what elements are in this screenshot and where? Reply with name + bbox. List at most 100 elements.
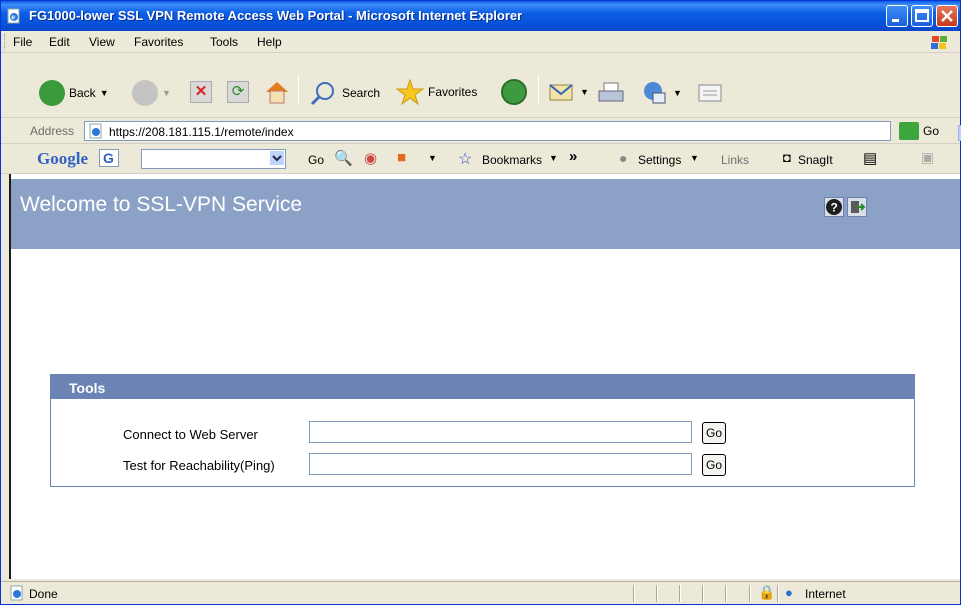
status-cell	[749, 585, 751, 602]
mail-button[interactable]: ▼	[548, 80, 589, 104]
snagit-button[interactable]: SnagIt	[798, 153, 833, 167]
snagit-icon: ◘	[783, 150, 791, 165]
help-button[interactable]: ?	[824, 197, 844, 217]
menu-file[interactable]: File	[13, 35, 32, 49]
status-cell	[702, 585, 704, 602]
print-button[interactable]	[596, 80, 626, 106]
snagit-window-icon[interactable]: ▤	[863, 149, 877, 167]
menu-edit[interactable]: Edit	[49, 35, 70, 49]
web-server-url-input[interactable]	[309, 421, 692, 443]
popup-blocker-icon[interactable]: ■	[397, 149, 406, 166]
tools-header: Tools	[51, 375, 914, 399]
links-button[interactable]: Links	[721, 153, 749, 167]
stop-button[interactable]: ✕	[190, 81, 212, 103]
chevron-down-icon: ▼	[428, 153, 437, 163]
google-search-input[interactable]	[141, 149, 286, 169]
forward-button[interactable]: ▼	[132, 80, 171, 106]
windows-logo-icon	[931, 36, 947, 49]
search-button[interactable]: Search	[308, 80, 380, 106]
address-url: https://208.181.115.1/remote/index	[109, 125, 294, 139]
minimize-icon	[892, 19, 899, 22]
history-button[interactable]	[501, 79, 527, 105]
google-go-button[interactable]: Go	[308, 153, 324, 167]
minimize-button[interactable]	[886, 5, 908, 27]
google-search-dropdown[interactable]	[270, 151, 284, 165]
connect-go-button[interactable]: Go	[702, 422, 726, 444]
svg-text:e: e	[11, 15, 15, 22]
favorites-label: Favorites	[428, 85, 478, 99]
globe-icon: ●	[785, 585, 793, 600]
forward-arrow-icon	[132, 80, 158, 106]
notepad-icon	[698, 84, 722, 102]
title-bar: e FG1000-lower SSL VPN Remote Access Web…	[1, 1, 960, 31]
address-label: Address	[30, 124, 75, 138]
maximize-button[interactable]	[911, 5, 933, 27]
status-cell	[777, 585, 779, 602]
messenger-icon	[644, 82, 666, 104]
page-icon	[89, 123, 102, 139]
back-label: Back	[69, 86, 96, 100]
menu-view[interactable]: View	[89, 35, 115, 49]
back-button[interactable]: Back ▼	[39, 80, 109, 106]
page-header: Welcome to SSL-VPN Service ?	[11, 179, 960, 249]
menu-help[interactable]: Help	[257, 35, 282, 49]
page-content: Welcome to SSL-VPN Service ? Tools Conne…	[9, 174, 960, 579]
menu-bar: File Edit View Favorites Tools Help	[1, 31, 960, 53]
tools-panel: Tools Connect to Web Server Go Test for …	[50, 374, 915, 487]
more-chevron-button[interactable]: »	[569, 148, 577, 165]
bookmarks-button[interactable]: Bookmarks	[482, 153, 542, 167]
search-label: Search	[342, 86, 381, 100]
chevron-down-icon: ▼	[99, 88, 109, 98]
lock-icon: 🔒	[758, 584, 776, 600]
google-menu-button[interactable]: G	[99, 149, 119, 167]
history-icon	[501, 79, 527, 105]
page-icon	[10, 585, 23, 601]
chevron-down-icon	[272, 155, 282, 162]
chevron-down-icon: ▼	[673, 88, 682, 98]
ping-go-button[interactable]: Go	[702, 454, 726, 476]
close-button[interactable]	[936, 5, 958, 27]
security-zone-label: Internet	[805, 587, 846, 601]
chevron-down-icon: ▼	[549, 153, 558, 163]
status-bar: Done 🔒 ● Internet	[1, 581, 960, 604]
home-button[interactable]	[263, 79, 291, 105]
pagerank-icon[interactable]: ◉	[364, 149, 377, 167]
go-arrow-icon	[899, 122, 919, 140]
logout-icon	[851, 201, 866, 213]
google-toolbar: Google G Go 🔍 ◉ ■ ▼ ☆ Bookmarks ▼ » ● Se…	[1, 145, 960, 174]
status-cell	[633, 585, 635, 602]
discuss-button[interactable]	[696, 81, 724, 105]
home-icon	[266, 82, 288, 104]
printer-icon	[598, 82, 624, 102]
menu-tools[interactable]: Tools	[210, 35, 238, 49]
toolbar-grip	[4, 34, 7, 50]
menu-favorites[interactable]: Favorites	[134, 35, 183, 49]
address-input[interactable]: https://208.181.115.1/remote/index	[84, 121, 961, 141]
settings-button[interactable]: Settings	[638, 153, 681, 167]
favorites-button[interactable]: Favorites	[396, 79, 477, 105]
ping-host-input[interactable]	[309, 453, 692, 475]
address-bar: Address https://208.181.115.1/remote/ind…	[1, 119, 961, 144]
maximize-icon	[915, 9, 929, 22]
chevron-down-icon: ▼	[580, 87, 589, 97]
refresh-button[interactable]: ⟳	[227, 81, 249, 103]
google-logo[interactable]: Google	[37, 149, 88, 169]
ping-label: Test for Reachability(Ping)	[123, 458, 275, 473]
messenger-button[interactable]: ▼	[641, 80, 682, 106]
star-icon: ☆	[458, 151, 473, 168]
address-go-button[interactable]: Go	[899, 122, 939, 140]
chevron-down-icon: ▼	[162, 88, 171, 98]
connect-web-server-label: Connect to Web Server	[123, 427, 258, 442]
search-web-icon[interactable]: 🔍	[334, 149, 353, 167]
logout-button[interactable]	[847, 197, 867, 217]
mail-icon	[549, 84, 573, 101]
svg-text:?: ?	[831, 201, 838, 215]
window-title: FG1000-lower SSL VPN Remote Access Web P…	[29, 8, 523, 23]
search-icon	[310, 82, 334, 106]
status-cell	[725, 585, 727, 602]
stop-icon: ✕	[190, 81, 212, 103]
help-icon: ?	[826, 199, 842, 215]
pdf-icon[interactable]: ▣	[921, 149, 934, 166]
toolbar-separator	[298, 75, 299, 105]
google-g-icon: G	[103, 150, 114, 166]
